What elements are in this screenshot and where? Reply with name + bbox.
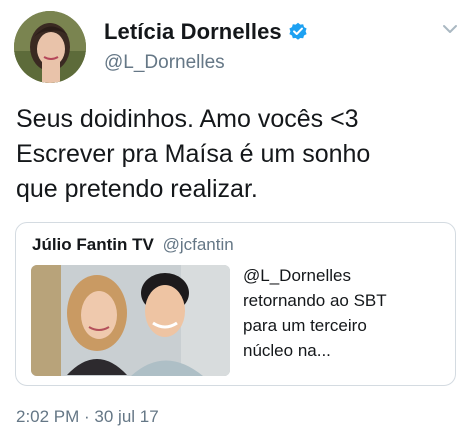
quoted-tweet-card[interactable]: Júlio Fantin TV @jcfantin @L_Dornelles r… bbox=[15, 222, 456, 386]
quoted-text-line: núcleo na... bbox=[243, 341, 331, 360]
tweet-text-line: Seus doidinhos. Amo vocês <3 bbox=[16, 105, 359, 133]
quoted-text-line: retornando ao SBT bbox=[243, 291, 387, 310]
author-name-row[interactable]: Letícia Dornelles bbox=[104, 19, 308, 45]
avatar-photo bbox=[14, 11, 86, 83]
quoted-tweet-image[interactable] bbox=[31, 265, 230, 376]
quoted-text-line: para um terceiro bbox=[243, 316, 367, 335]
tweet-timestamp[interactable]: 2:02 PM · 30 jul 17 bbox=[16, 407, 159, 427]
avatar[interactable] bbox=[14, 11, 86, 83]
quoted-tweet-header: Júlio Fantin TV @jcfantin bbox=[32, 235, 234, 255]
tweet-header: Letícia Dornelles @L_Dornelles bbox=[0, 0, 473, 90]
author-display-name[interactable]: Letícia Dornelles bbox=[104, 19, 282, 45]
chevron-down-icon[interactable] bbox=[441, 22, 459, 36]
author-handle[interactable]: @L_Dornelles bbox=[104, 52, 225, 74]
tweet-text: Seus doidinhos. Amo vocês <3 Escrever pr… bbox=[16, 102, 456, 207]
photo-thumbnail bbox=[31, 265, 230, 376]
quoted-author-name[interactable]: Júlio Fantin TV bbox=[32, 235, 154, 254]
quoted-author-handle[interactable]: @jcfantin bbox=[163, 235, 234, 254]
verified-badge-icon bbox=[288, 22, 308, 42]
tweet-text-line: que pretendo realizar. bbox=[16, 175, 258, 203]
quoted-tweet-text: @L_Dornelles retornando ao SBT para um t… bbox=[243, 263, 443, 363]
quoted-text-line: @L_Dornelles bbox=[243, 266, 351, 285]
tweet-text-line: Escrever pra Maísa é um sonho bbox=[16, 140, 371, 168]
